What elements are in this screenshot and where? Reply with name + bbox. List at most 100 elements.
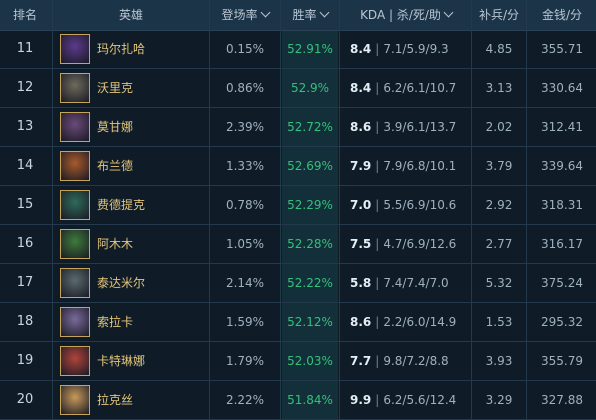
hero-name: 布兰德 — [97, 159, 134, 173]
hero-cell[interactable]: 莫甘娜 — [56, 108, 206, 146]
hero-cell[interactable]: 布兰德 — [56, 147, 206, 185]
hero-stats-table: 排名 英雄 登场率 胜率 KDA | 杀/死/助 补兵/分 金钱/分 11 玛尔扎… — [0, 0, 596, 420]
kda-value: 7.5 — [350, 237, 372, 251]
hero-cell[interactable]: 泰达米尔 — [56, 264, 206, 302]
pick-rate-cell: 0.86% — [225, 81, 265, 95]
table-row[interactable]: 14 布兰德 1.33% 52.69% 7.9 | 7.9/6.8/10.1 3.79 339.… — [0, 147, 596, 186]
kda-separator: | — [375, 81, 380, 95]
cs-cell: 2.02 — [485, 120, 513, 134]
chevron-down-icon — [260, 7, 270, 18]
hero-name: 玛尔扎哈 — [97, 42, 146, 56]
champion-portrait-icon — [60, 346, 90, 376]
win-rate-cell: 52.91% — [287, 42, 333, 56]
header-pick-rate[interactable]: 登场率 — [212, 0, 278, 30]
column-divider — [471, 0, 472, 420]
kda-separator: | — [375, 276, 380, 290]
table-row[interactable]: 11 玛尔扎哈 0.15% 52.91% 8.4 | 7.1/5.9/9.3 4.85 355.… — [0, 30, 596, 69]
column-divider — [339, 0, 340, 420]
win-rate-cell: 51.84% — [287, 393, 333, 407]
kda-breakdown: 2.2/6.0/14.9 — [383, 315, 457, 329]
pick-rate-cell: 0.78% — [225, 198, 265, 212]
hero-cell[interactable]: 费德提克 — [56, 186, 206, 224]
win-rate-cell: 52.69% — [287, 159, 333, 173]
rank-cell: 14 — [16, 158, 34, 173]
kda-separator: | — [375, 198, 380, 212]
rank-cell: 12 — [16, 80, 34, 95]
hero-cell[interactable]: 玛尔扎哈 — [56, 30, 206, 68]
kda-cell: 8.6 | 2.2/6.0/14.9 — [342, 303, 470, 341]
hero-cell[interactable]: 阿木木 — [56, 225, 206, 263]
hero-name: 拉克丝 — [97, 393, 134, 407]
column-divider — [526, 0, 527, 420]
win-rate-cell: 52.12% — [287, 315, 333, 329]
table-row[interactable]: 20 拉克丝 2.22% 51.84% 9.9 | 6.2/5.6/12.4 3.29 327.… — [0, 381, 596, 420]
rank-cell: 19 — [16, 353, 34, 368]
gold-cell: 295.32 — [541, 315, 583, 329]
kda-cell: 7.0 | 5.5/6.9/10.6 — [342, 186, 470, 224]
win-rate-cell: 52.03% — [287, 354, 333, 368]
kda-cell: 5.8 | 7.4/7.4/7.0 — [342, 264, 470, 302]
cs-cell: 3.13 — [485, 81, 513, 95]
rank-cell: 13 — [16, 119, 34, 134]
kda-breakdown: 3.9/6.1/13.7 — [383, 120, 457, 134]
gold-cell: 316.17 — [541, 237, 583, 251]
kda-cell: 7.7 | 9.8/7.2/8.8 — [342, 342, 470, 380]
kda-separator: | — [375, 42, 380, 56]
pick-rate-cell: 0.15% — [225, 42, 265, 56]
kda-value: 9.9 — [350, 393, 372, 407]
kda-cell: 8.6 | 3.9/6.1/13.7 — [342, 108, 470, 146]
chevron-down-icon — [319, 7, 329, 18]
kda-breakdown: 4.7/6.9/12.6 — [383, 237, 457, 251]
column-divider — [280, 0, 281, 420]
hero-name: 索拉卡 — [97, 315, 134, 329]
kda-separator: | — [375, 237, 380, 251]
rank-cell: 18 — [16, 314, 34, 329]
pick-rate-cell: 2.39% — [225, 120, 265, 134]
hero-cell[interactable]: 拉克丝 — [56, 381, 206, 419]
hero-cell[interactable]: 沃里克 — [56, 69, 206, 107]
cs-cell: 1.53 — [485, 315, 513, 329]
cs-cell: 2.77 — [485, 237, 513, 251]
kda-value: 5.8 — [350, 276, 372, 290]
kda-value: 7.0 — [350, 198, 372, 212]
table-row[interactable]: 15 费德提克 0.78% 52.29% 7.0 | 5.5/6.9/10.6 2.92 318… — [0, 186, 596, 225]
rank-cell: 16 — [16, 236, 34, 251]
table-row[interactable]: 19 卡特琳娜 1.79% 52.03% 7.7 | 9.8/7.2/8.8 3.93 355.… — [0, 342, 596, 381]
cs-cell: 5.32 — [485, 276, 513, 290]
table-row[interactable]: 16 阿木木 1.05% 52.28% 7.5 | 4.7/6.9/12.6 2.77 316.… — [0, 225, 596, 264]
kda-cell: 7.5 | 4.7/6.9/12.6 — [342, 225, 470, 263]
column-divider — [52, 0, 53, 420]
cs-cell: 3.79 — [485, 159, 513, 173]
table-header: 排名 英雄 登场率 胜率 KDA | 杀/死/助 补兵/分 金钱/分 — [0, 0, 596, 31]
kda-value: 8.4 — [350, 81, 372, 95]
header-win-rate-label: 胜率 — [292, 8, 317, 22]
kda-separator: | — [375, 354, 380, 368]
hero-name: 阿木木 — [97, 237, 134, 251]
kda-cell: 8.4 | 7.1/5.9/9.3 — [342, 30, 470, 68]
cs-cell: 3.93 — [485, 354, 513, 368]
table-row[interactable]: 13 莫甘娜 2.39% 52.72% 8.6 | 3.9/6.1/13.7 2.02 312.… — [0, 108, 596, 147]
table-row[interactable]: 12 沃里克 0.86% 52.9% 8.4 | 6.2/6.1/10.7 3.13 330.6… — [0, 69, 596, 108]
pick-rate-cell: 1.59% — [225, 315, 265, 329]
kda-separator: | — [375, 393, 380, 407]
hero-name: 费德提克 — [97, 198, 146, 212]
cs-cell: 3.29 — [485, 393, 513, 407]
header-cs: 补兵/分 — [478, 8, 520, 22]
win-rate-cell: 52.29% — [287, 198, 333, 212]
hero-cell[interactable]: 卡特琳娜 — [56, 342, 206, 380]
hero-name: 泰达米尔 — [97, 276, 146, 290]
header-kda-label: KDA | 杀/死/助 — [360, 8, 441, 22]
kda-value: 7.7 — [350, 354, 372, 368]
hero-name: 莫甘娜 — [97, 120, 134, 134]
table-row[interactable]: 18 索拉卡 1.59% 52.12% 8.6 | 2.2/6.0/14.9 1.53 295.… — [0, 303, 596, 342]
header-win-rate[interactable]: 胜率 — [282, 0, 338, 30]
hero-cell[interactable]: 索拉卡 — [56, 303, 206, 341]
kda-breakdown: 5.5/6.9/10.6 — [383, 198, 457, 212]
header-kda[interactable]: KDA | 杀/死/助 — [342, 0, 470, 30]
kda-value: 7.9 — [350, 159, 372, 173]
kda-cell: 8.4 | 6.2/6.1/10.7 — [342, 69, 470, 107]
cs-cell: 4.85 — [485, 42, 513, 56]
kda-separator: | — [375, 159, 380, 173]
table-row[interactable]: 17 泰达米尔 2.14% 52.22% 5.8 | 7.4/7.4/7.0 5.32 375.… — [0, 264, 596, 303]
kda-breakdown: 6.2/6.1/10.7 — [383, 81, 457, 95]
